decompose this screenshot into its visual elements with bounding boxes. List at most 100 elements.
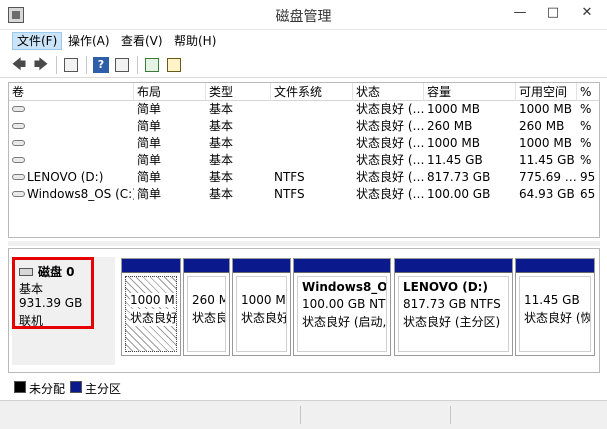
minimize-button[interactable]: — [505,2,535,24]
volume-row[interactable]: 简单 基本 状态良好 (… 11.45 GB 11.45 GB % [9,152,599,169]
partition-block[interactable]: 1000 MB 状态良好 [121,258,181,356]
capacity-cell: 1000 MB [427,136,480,150]
partition-body: 11.45 GB 状态良好 (恢复 [519,276,591,352]
status-bar-divider [300,406,301,424]
status-cell: 状态良好 (… [356,136,424,150]
partition-block[interactable]: Windows8_OS 100.00 GB NTFS 状态良好 (启动, 页 [293,258,391,356]
volume-row[interactable]: Windows8_OS (C:) 简单 基本 NTFS 状态良好 (… 100.… [9,186,599,203]
disk-0-type: 基本 [19,282,44,296]
capacity-cell: 100.00 GB [427,187,491,201]
back-arrow-icon[interactable]: 🡄 [10,56,28,74]
filesystem-cell: NTFS [274,187,305,201]
title-bar: 磁盘管理 — □ ✕ [0,0,607,30]
type-cell: 基本 [209,153,234,167]
volume-name-cell [9,152,134,169]
partition-block[interactable]: LENOVO (D:) 817.73 GB NTFS 状态良好 (主分区) [394,258,513,356]
status-bar-divider [450,406,451,424]
partition-band [184,259,229,273]
layout-cell: 简单 [137,119,162,133]
percent-free-cell: % [580,136,592,150]
help-icon[interactable]: ? [92,56,110,74]
maximize-button[interactable]: □ [538,2,568,24]
free-space-cell: 260 MB [519,119,565,133]
status-cell: 状态良好 (… [356,153,424,167]
partition-body: 1000 MB 状态良好 [236,276,287,352]
column-header-filesystem[interactable]: 文件系统 [271,83,353,101]
column-header-free-space[interactable]: 可用空间 [516,83,577,101]
partition-name: LENOVO (D:) [403,280,488,294]
percent-free-cell: % [580,119,592,133]
legend-unallocated-label: 未分配 [29,382,66,396]
menu-file[interactable]: 文件(F) [12,32,63,50]
disk-icon [19,268,33,276]
partition-body: 260 MB 状态良好 [187,276,226,352]
column-header-status[interactable]: 状态 [353,83,424,101]
layout-cell: 简单 [137,102,162,116]
type-cell: 基本 [209,119,234,133]
volume-row[interactable]: LENOVO (D:) 简单 基本 NTFS 状态良好 (… 817.73 GB… [9,169,599,186]
partition-body: LENOVO (D:) 817.73 GB NTFS 状态良好 (主分区) [398,276,509,352]
partition-block[interactable]: 1000 MB 状态良好 [232,258,291,356]
volume-icon [12,174,25,180]
volume-name-cell [9,135,134,152]
disk-0-title: 磁盘 0 [19,263,75,280]
partition-block[interactable]: 11.45 GB 状态良好 (恢复 [515,258,595,356]
status-cell: 状态良好 (… [356,102,424,116]
partition-name: Windows8_OS [302,280,387,294]
menu-action[interactable]: 操作(A) [64,32,114,50]
partition-status: 状态良好 [130,309,177,326]
type-cell: 基本 [209,187,234,201]
properties-icon[interactable] [113,56,131,74]
close-button[interactable]: ✕ [568,2,606,24]
percent-free-cell: % [580,102,592,116]
partition-band [122,259,180,273]
filesystem-cell [271,101,353,118]
partition-status: 状态良好 (启动, 页 [302,315,387,329]
type-cell: 基本 [209,170,234,184]
menu-help[interactable]: 帮助(H) [170,32,220,50]
partition-block[interactable]: 260 MB 状态良好 [183,258,230,356]
disk-0-label[interactable]: 磁盘 0 基本 931.39 GB 联机 [12,257,115,365]
partition-body: Windows8_OS 100.00 GB NTFS 状态良好 (启动, 页 [297,276,387,352]
volume-name-cell: LENOVO (D:) [9,169,134,186]
partition-size: 100.00 GB NTFS [302,297,386,311]
capacity-cell: 11.45 GB [427,153,483,167]
column-header-volume[interactable]: 卷 [9,83,134,101]
refresh-icon[interactable] [143,56,161,74]
volume-icon [12,157,25,163]
percent-free-cell: % [580,153,592,167]
percent-free-cell: 65 [580,187,596,201]
partition-status: 状态良好 [241,311,287,325]
partition-status: 状态良好 (主分区) [403,315,501,329]
status-cell: 状态良好 (… [356,119,424,133]
volume-row[interactable]: 简单 基本 状态良好 (… 1000 MB 1000 MB % [9,135,599,152]
layout-cell: 简单 [137,170,162,184]
volume-row[interactable]: 简单 基本 状态良好 (… 260 MB 260 MB % [9,118,599,135]
percent-free-cell: 95 [580,170,596,184]
layout-cell: 简单 [137,136,162,150]
disk-map-pane: 磁盘 0 基本 931.39 GB 联机 1000 MB 状态良好 260 MB… [8,248,600,373]
volume-row[interactable]: 简单 基本 状态良好 (… 1000 MB 1000 MB % [9,101,599,118]
column-header-percent-free[interactable]: % [577,83,599,101]
partition-band [395,259,512,273]
free-space-cell: 1000 MB [519,136,572,150]
column-header-layout[interactable]: 布局 [134,83,206,101]
partition-size: 260 MB [192,293,225,307]
volume-name-cell: Windows8_OS (C:) [9,186,134,203]
rescan-disks-icon[interactable] [165,56,183,74]
toolbar-separator [56,56,57,74]
capacity-cell: 260 MB [427,119,473,133]
menu-view[interactable]: 查看(V) [117,32,167,50]
show-hide-console-tree-icon[interactable] [62,56,80,74]
filesystem-cell [271,135,353,152]
partition-body: 1000 MB 状态良好 [125,276,177,352]
volume-name-cell [9,101,134,118]
partition-band [516,259,594,273]
column-header-type[interactable]: 类型 [206,83,271,101]
column-header-capacity[interactable]: 容量 [424,83,516,101]
pane-splitter[interactable] [8,241,600,246]
volume-icon [12,140,25,146]
partition-status: 状态良好 (恢复 [524,311,590,325]
forward-arrow-icon[interactable]: 🡆 [32,56,50,74]
partition-size: 1000 MB [241,293,286,307]
